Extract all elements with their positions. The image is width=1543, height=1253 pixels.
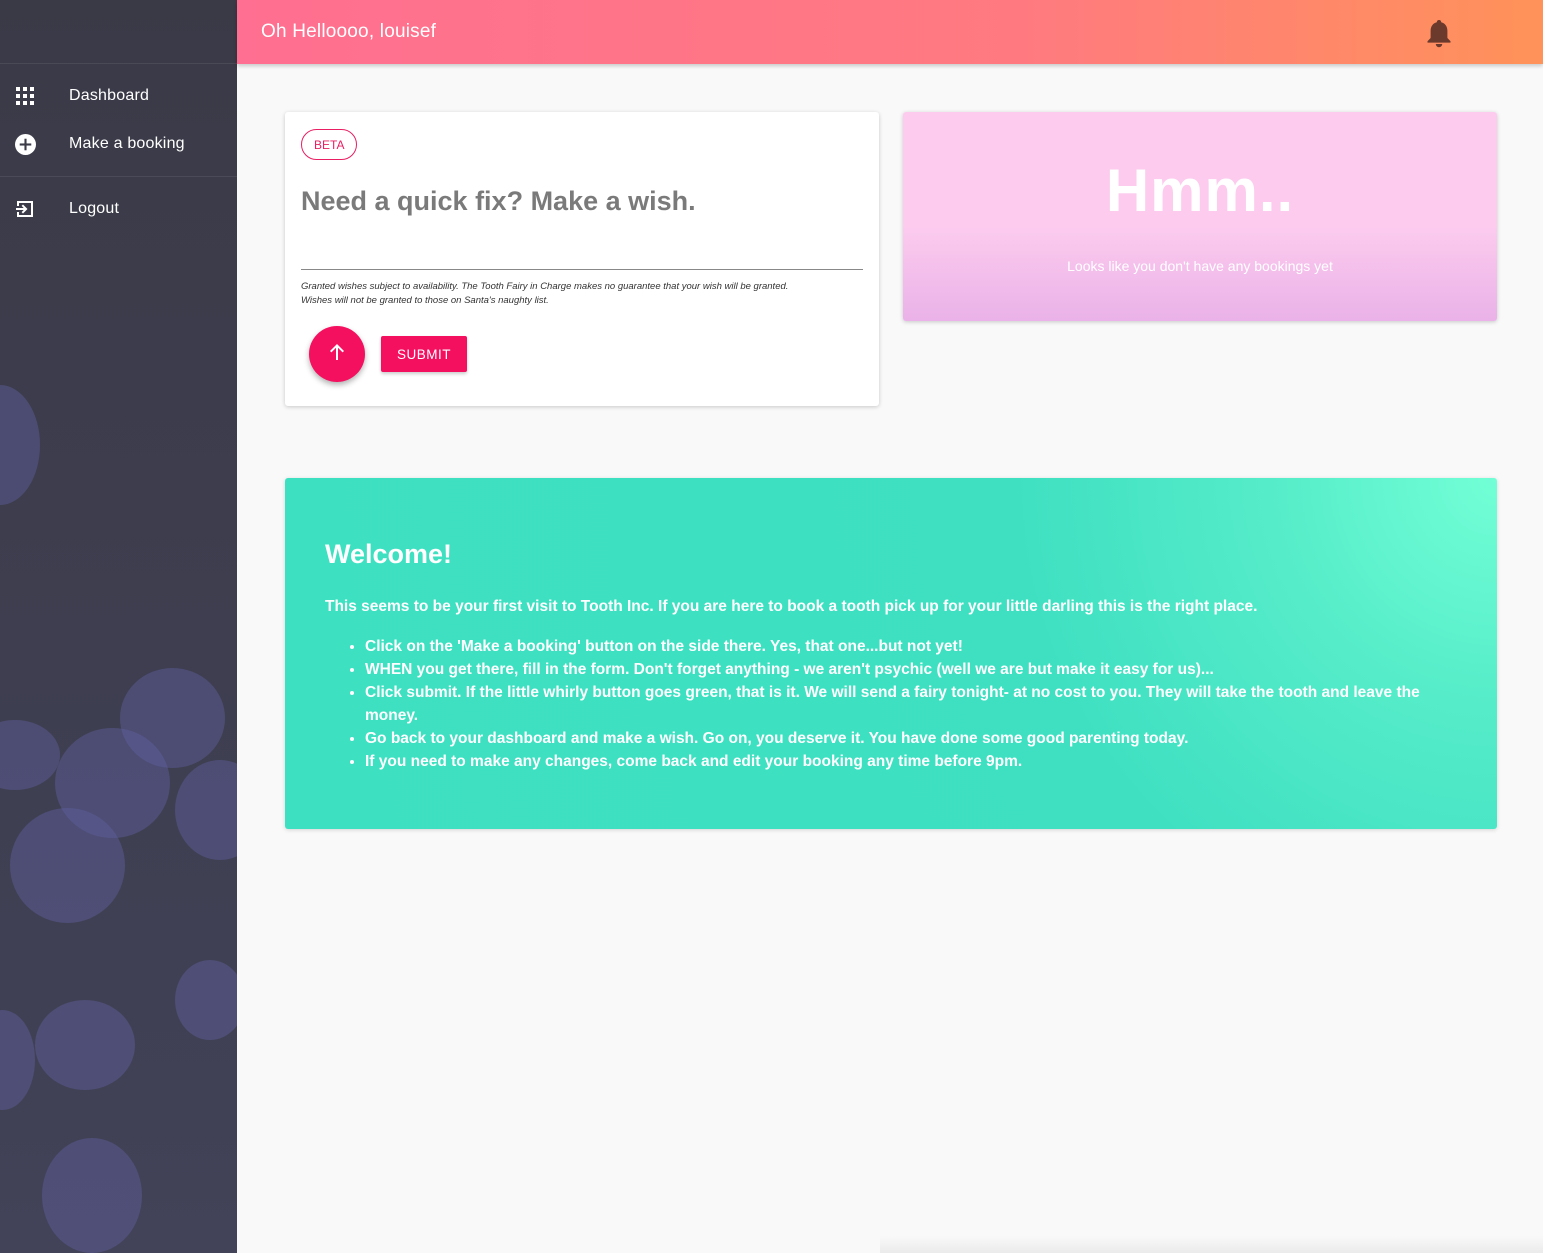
welcome-steps-list: Click on the 'Make a booking' button on … [325, 635, 1465, 773]
wish-send-button[interactable] [309, 326, 365, 382]
sidebar-secondary-nav: Logout [0, 177, 237, 241]
sidebar-item-make-a-booking[interactable]: Make a booking [0, 120, 237, 168]
sidebar-bokeh-decoration [10, 808, 125, 923]
list-item: Click on the 'Make a booking' button on … [365, 635, 1465, 658]
welcome-card: Welcome! This seems to be your first vis… [285, 478, 1497, 829]
wish-disclaimer: Granted wishes subject to availability. … [301, 280, 851, 308]
sidebar-bokeh-decoration [0, 385, 40, 505]
sidebar-item-label: Make a booking [69, 135, 185, 152]
sidebar-item-dashboard[interactable]: Dashboard [0, 72, 237, 120]
disclaimer-line: Wishes will not be granted to those on S… [301, 295, 549, 306]
greeting-title: Oh Helloooo, louisef [261, 21, 437, 42]
arrow-up-icon [328, 343, 346, 366]
list-item: Go back to your dashboard and make a wis… [365, 727, 1465, 750]
sidebar: Dashboard Make a booking Logout [0, 0, 237, 1253]
sidebar-bokeh-decoration [0, 1010, 35, 1110]
bookings-empty-title: Hmm.. [1105, 157, 1295, 224]
sidebar-primary-nav: Dashboard Make a booking [0, 64, 237, 177]
wish-input[interactable] [301, 182, 863, 270]
sidebar-item-label: Dashboard [69, 87, 150, 104]
sidebar-bokeh-decoration [35, 1000, 135, 1090]
welcome-intro: This seems to be your first visit to Too… [325, 598, 1258, 615]
beta-badge: BETA [301, 129, 358, 160]
sidebar-item-label: Logout [69, 200, 120, 217]
bookings-empty-card: Hmm.. Looks like you don't have any book… [903, 112, 1497, 321]
sidebar-bokeh-decoration [42, 1138, 142, 1253]
list-item: WHEN you get there, fill in the form. Do… [365, 658, 1465, 681]
sidebar-item-logout[interactable]: Logout [0, 185, 237, 233]
welcome-title: Welcome! [325, 539, 453, 569]
sidebar-bokeh-decoration [175, 760, 237, 860]
submit-button[interactable]: SUBMIT [381, 336, 467, 372]
grid-icon [14, 85, 36, 107]
logout-icon [14, 198, 36, 220]
list-item: Click submit. If the little whirly butto… [365, 681, 1465, 727]
sidebar-bokeh-decoration [0, 720, 60, 790]
footer-shadow [880, 1236, 1543, 1253]
list-item: If you need to make any changes, come ba… [365, 750, 1465, 773]
top-app-bar: Oh Helloooo, louisef [237, 0, 1543, 64]
add-circle-icon [14, 133, 36, 155]
sidebar-header [0, 0, 237, 64]
wish-card: BETA Granted wishes subject to availabil… [285, 112, 879, 406]
bell-icon[interactable] [1425, 18, 1453, 48]
bookings-empty-message: Looks like you don't have any bookings y… [1067, 258, 1333, 274]
disclaimer-line: Granted wishes subject to availability. … [301, 281, 789, 292]
sidebar-bokeh-decoration [175, 960, 237, 1040]
